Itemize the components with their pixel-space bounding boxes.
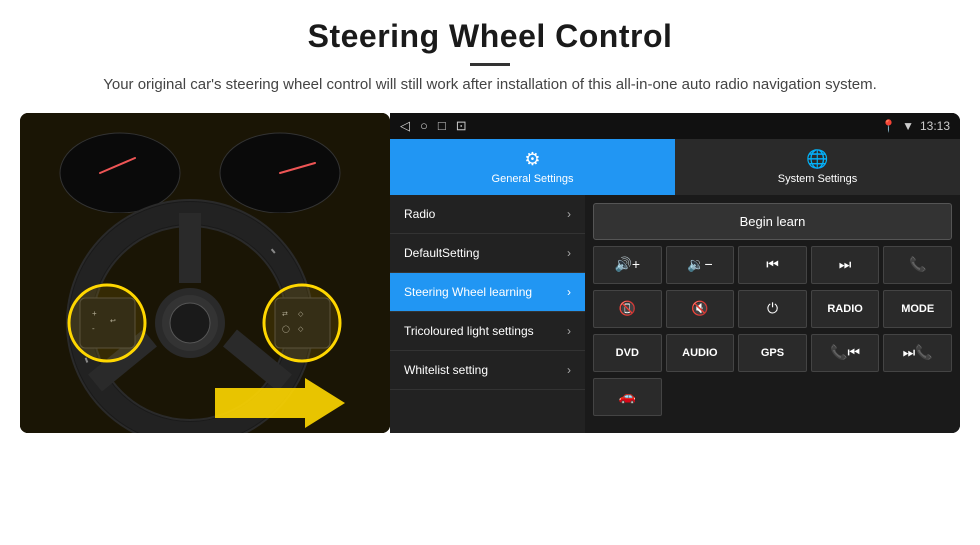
wifi-icon: ▼	[902, 119, 914, 133]
left-menu: Radio › DefaultSetting › Steering Wheel …	[390, 195, 585, 433]
tab-bar: ⚙ General Settings 🌐 System Settings	[390, 139, 960, 195]
right-panel: Begin learn 🔊+ 🔉− ⏮	[585, 195, 960, 433]
radio-button[interactable]: RADIO	[811, 290, 880, 328]
mute-icon: 🔇	[691, 300, 708, 317]
mode-label: MODE	[901, 303, 934, 315]
recents-icon: □	[438, 118, 446, 133]
system-globe-icon: 🌐	[806, 149, 828, 170]
phone-next-icon: ⏭📞	[903, 344, 933, 361]
menu-default-label: DefaultSetting	[404, 246, 479, 260]
radio-label: RADIO	[827, 303, 862, 315]
mode-button[interactable]: MODE	[883, 290, 952, 328]
phone-icon: 📞	[909, 256, 926, 273]
whitelist-row: 🚗	[593, 378, 952, 416]
menu-tricoloured-arrow: ›	[567, 324, 571, 338]
tab-general-label: General Settings	[492, 173, 574, 185]
phone-next-button[interactable]: ⏭📞	[883, 334, 952, 372]
phone-prev-icon: 📞⏮	[830, 344, 860, 361]
power-icon: ⏻	[767, 300, 778, 317]
whitelist-icon-button[interactable]: 🚗	[593, 378, 662, 416]
subtitle: Your original car's steering wheel contr…	[100, 74, 880, 97]
audio-label: AUDIO	[682, 347, 717, 359]
gps-label: GPS	[761, 347, 784, 359]
tab-system-settings[interactable]: 🌐 System Settings	[675, 139, 960, 195]
dvd-button[interactable]: DVD	[593, 334, 662, 372]
next-track-button[interactable]: ⏭	[811, 246, 880, 284]
location-icon: 📍	[881, 119, 896, 133]
content-section: + - ↩ ⇄ ◇ ◯ ◇	[0, 113, 980, 545]
power-button[interactable]: ⏻	[738, 290, 807, 328]
prev-track-button[interactable]: ⏮	[738, 246, 807, 284]
dvd-label: DVD	[616, 347, 639, 359]
controls-row-3: DVD AUDIO GPS 📞⏮ ⏭📞	[593, 334, 952, 372]
menu-radio-label: Radio	[404, 207, 435, 221]
page-container: Steering Wheel Control Your original car…	[0, 0, 980, 545]
status-bar: ◁ ○ □ ⊡ 📍 ▼ 13:13	[390, 113, 960, 139]
volume-up-icon: 🔊+	[614, 256, 640, 273]
home-icon: ○	[420, 118, 428, 133]
main-content: Radio › DefaultSetting › Steering Wheel …	[390, 195, 960, 433]
begin-learn-row: Begin learn	[593, 203, 952, 240]
steering-wheel-image: + - ↩ ⇄ ◇ ◯ ◇	[20, 113, 390, 433]
menu-whitelist-arrow: ›	[567, 363, 571, 377]
menu-item-whitelist[interactable]: Whitelist setting ›	[390, 351, 585, 390]
controls-row-2: 📵 🔇 ⏻ RADIO MODE	[593, 290, 952, 328]
phone-hang-icon: 📵	[619, 300, 636, 317]
status-left: ◁ ○ □ ⊡	[400, 118, 467, 134]
menu-steering-label: Steering Wheel learning	[404, 285, 532, 299]
settings-gear-icon: ⚙	[524, 149, 540, 170]
menu-item-default-setting[interactable]: DefaultSetting ›	[390, 234, 585, 273]
menu-icon: ⊡	[456, 118, 467, 134]
audio-button[interactable]: AUDIO	[666, 334, 735, 372]
next-track-icon: ⏭	[839, 256, 852, 273]
gps-button[interactable]: GPS	[738, 334, 807, 372]
menu-whitelist-label: Whitelist setting	[404, 363, 488, 377]
phone-hang-button[interactable]: 📵	[593, 290, 662, 328]
phone-answer-button[interactable]: 📞	[883, 246, 952, 284]
page-title: Steering Wheel Control	[20, 18, 960, 55]
header-section: Steering Wheel Control Your original car…	[0, 0, 980, 105]
prev-track-icon: ⏮	[766, 256, 779, 273]
menu-item-tricoloured[interactable]: Tricoloured light settings ›	[390, 312, 585, 351]
begin-learn-button[interactable]: Begin learn	[593, 203, 952, 240]
tab-system-label: System Settings	[778, 173, 857, 185]
menu-steering-arrow: ›	[567, 285, 571, 299]
back-icon: ◁	[400, 118, 410, 134]
menu-item-radio[interactable]: Radio ›	[390, 195, 585, 234]
mute-button[interactable]: 🔇	[666, 290, 735, 328]
tab-general-settings[interactable]: ⚙ General Settings	[390, 139, 675, 195]
divider	[470, 63, 510, 66]
volume-down-icon: 🔉−	[687, 256, 713, 273]
menu-tricoloured-label: Tricoloured light settings	[404, 324, 534, 338]
menu-default-arrow: ›	[567, 246, 571, 260]
controls-row-1: 🔊+ 🔉− ⏮ ⏭ 📞	[593, 246, 952, 284]
volume-up-button[interactable]: 🔊+	[593, 246, 662, 284]
car-icon: 🚗	[619, 388, 636, 405]
volume-down-button[interactable]: 🔉−	[666, 246, 735, 284]
clock: 13:13	[920, 119, 950, 133]
menu-radio-arrow: ›	[567, 207, 571, 221]
menu-item-steering-wheel[interactable]: Steering Wheel learning ›	[390, 273, 585, 312]
android-panel: ◁ ○ □ ⊡ 📍 ▼ 13:13 ⚙ General Settings	[390, 113, 960, 433]
status-right: 📍 ▼ 13:13	[881, 119, 950, 133]
phone-prev-button[interactable]: 📞⏮	[811, 334, 880, 372]
